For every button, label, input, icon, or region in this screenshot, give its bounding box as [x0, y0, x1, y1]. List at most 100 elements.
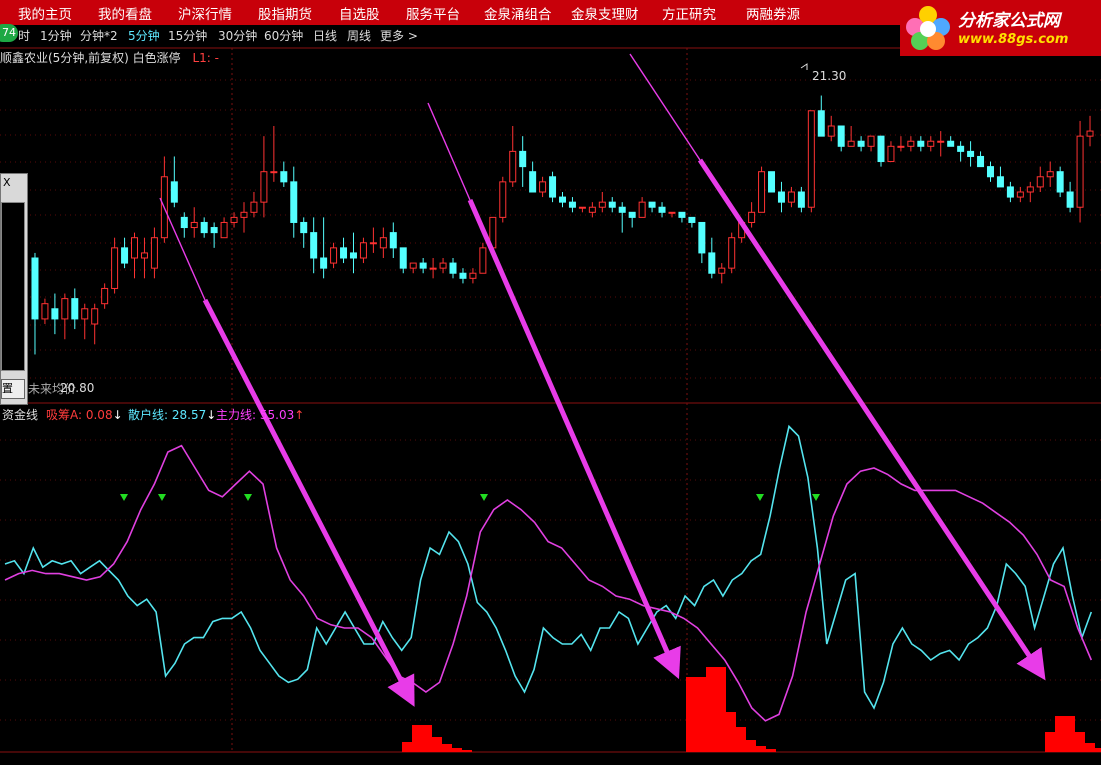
candle-body [1026, 186, 1034, 193]
legend-main-label: 主力线: 55.03 [216, 408, 295, 422]
notification-badge[interactable]: 74 [0, 24, 18, 42]
candle-body [389, 232, 397, 249]
legend-retail-arrow: ↓ [206, 408, 217, 422]
nav-item-4[interactable]: 自选股 [339, 3, 380, 23]
accumulation-bar [726, 712, 736, 752]
legend-main-arrow: ↑ [294, 408, 305, 422]
accumulation-bar [696, 677, 706, 752]
signal-marker [812, 494, 820, 501]
candle-body [300, 221, 308, 234]
close-icon[interactable]: X [3, 176, 11, 189]
accumulation-bar [1095, 748, 1101, 752]
annotation-arrow [629, 53, 701, 161]
candle-body [1066, 191, 1074, 208]
candle-body [598, 201, 606, 208]
candle-body [648, 201, 656, 208]
accumulation-bar [706, 667, 716, 752]
candle-body [588, 206, 596, 213]
period-tab-8[interactable]: 周线 [347, 27, 371, 44]
candle-body [379, 237, 387, 249]
nav-item-7[interactable]: 金泉支理财 [571, 3, 639, 23]
period-tab-7[interactable]: 日线 [313, 27, 337, 44]
period-tab-6[interactable]: 60分钟 [264, 27, 303, 44]
candle-body [61, 298, 69, 320]
accumulation-bar [686, 677, 696, 752]
candle-body [628, 211, 636, 218]
stock-info: 顺鑫农业(5分钟,前复权) 白色涨停 L1: - [0, 49, 219, 66]
nav-item-3[interactable]: 股指期货 [258, 3, 312, 23]
candle-body [947, 140, 955, 147]
candle-body [449, 262, 457, 274]
candle-body [131, 237, 139, 259]
candle-body [220, 221, 228, 239]
candle-body [539, 181, 547, 193]
candle-body [827, 125, 835, 137]
candle-body [399, 247, 407, 269]
nav-item-2[interactable]: 沪深行情 [178, 3, 232, 23]
candle-body [837, 125, 845, 147]
candle-body [817, 110, 825, 137]
candle-body [718, 267, 726, 274]
candle-body [359, 242, 367, 259]
candle-body [847, 140, 855, 147]
candle-body [708, 252, 716, 274]
stock-title: 顺鑫农业(5分钟,前复权) 白色涨停 [0, 51, 181, 65]
candle-body [230, 216, 238, 223]
candle-body [787, 191, 795, 203]
candle-body [1016, 191, 1024, 198]
candle-body [748, 211, 756, 223]
candle-body [81, 308, 89, 320]
accumulation-bar [432, 737, 442, 752]
retail-line [4, 424, 1093, 710]
settings-button[interactable]: 置 [1, 379, 25, 399]
candle-body [917, 140, 925, 147]
accumulation-bar [452, 748, 462, 752]
candle-body [330, 247, 338, 264]
candle-body [499, 181, 507, 218]
period-tab-4[interactable]: 15分钟 [168, 27, 207, 44]
period-tab-2[interactable]: 分钟*2 [80, 27, 118, 44]
candle-body [71, 298, 79, 320]
nav-item-9[interactable]: 两融券源 [746, 3, 800, 23]
candle-body [41, 303, 49, 320]
period-tab-0[interactable]: 时 [18, 27, 30, 44]
indicator-legend-main: 主力线: 55.03↑ [216, 406, 304, 423]
candle-body [210, 227, 218, 234]
l1-label: L1: - [192, 51, 219, 65]
period-tab-1[interactable]: 1分钟 [40, 27, 72, 44]
candle-body [768, 171, 776, 193]
side-panel[interactable]: X 置 [0, 173, 28, 405]
period-tab-9[interactable]: 更多 > [380, 27, 418, 44]
candle-body [529, 171, 537, 193]
candle-body [419, 262, 427, 269]
accumulation-bar [746, 740, 756, 752]
period-tab-3[interactable]: 5分钟 [128, 27, 160, 44]
candle-body [777, 191, 785, 203]
candle-body [688, 216, 696, 223]
legend-absorb-arrow: ↓ [112, 408, 123, 422]
candle-body [986, 166, 994, 178]
candle-body [937, 140, 945, 143]
low-price-label: 20.80 [60, 381, 95, 395]
candle-body [150, 237, 158, 269]
period-tab-5[interactable]: 30分钟 [218, 27, 257, 44]
nav-item-1[interactable]: 我的看盘 [98, 3, 152, 23]
candle-body [320, 257, 328, 269]
nav-item-0[interactable]: 我的主页 [18, 3, 72, 23]
nav-item-8[interactable]: 方正研究 [662, 3, 716, 23]
candle-body [907, 140, 915, 147]
candle-body [250, 201, 258, 213]
signal-marker [756, 494, 764, 501]
candle-body [31, 257, 39, 320]
candle-body [728, 237, 736, 269]
candle-body [240, 211, 248, 218]
candle-body [280, 171, 288, 183]
accumulation-bar [1075, 732, 1085, 752]
candle-body [977, 155, 985, 168]
candle-body [857, 140, 865, 147]
logo-url: www.88gs.com [958, 32, 1069, 47]
side-panel-body [1, 202, 25, 371]
nav-item-6[interactable]: 金泉涌组合 [484, 3, 552, 23]
accumulation-bar [1085, 743, 1095, 752]
nav-item-5[interactable]: 服务平台 [406, 3, 460, 23]
